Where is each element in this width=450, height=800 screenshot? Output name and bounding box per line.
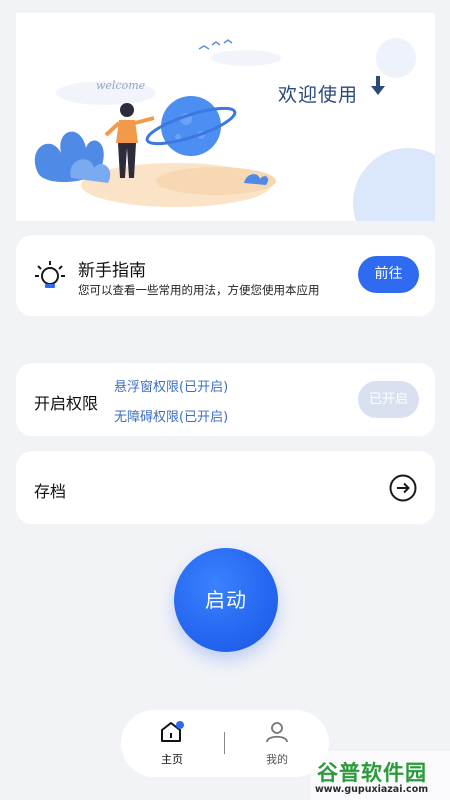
- guide-title: 新手指南: [78, 261, 146, 281]
- nav-divider: [224, 732, 225, 754]
- nav-item-mine[interactable]: 我的: [252, 720, 302, 767]
- arrow-down-icon: [371, 76, 385, 95]
- watermark-url: www.gupuxiazai.com: [315, 784, 429, 795]
- lightbulb-icon: [35, 261, 65, 288]
- welcome-banner: welcome 欢迎使用: [16, 13, 435, 221]
- person-icon: [266, 722, 288, 743]
- archive-title: 存档: [34, 482, 67, 501]
- permissions-card: 开启权限 悬浮窗权限(已开启) 无障碍权限(已开启) 已开启: [16, 363, 435, 436]
- permissions-enabled-button[interactable]: 已开启: [358, 381, 419, 418]
- start-button[interactable]: 启动: [174, 548, 278, 652]
- welcome-title: 欢迎使用: [278, 84, 359, 106]
- nav-mine-label: 我的: [266, 753, 288, 766]
- bottom-nav: 主页 我的: [121, 710, 329, 777]
- floating-window-permission: 悬浮窗权限(已开启): [114, 380, 229, 395]
- nav-home-label: 主页: [161, 753, 183, 766]
- guide-description: 您可以查看一些常用的用法，方便您使用本应用: [78, 283, 320, 297]
- watermark-title: 谷普软件园: [317, 761, 427, 785]
- archive-card[interactable]: 存档: [16, 451, 435, 524]
- nav-item-home[interactable]: 主页: [147, 720, 197, 767]
- accessibility-permission: 无障碍权限(已开启): [114, 410, 229, 425]
- welcome-caption: welcome: [96, 79, 146, 92]
- site-watermark: 谷普软件园 www.gupuxiazai.com: [311, 751, 450, 800]
- welcome-illustration: [34, 38, 435, 221]
- permissions-title: 开启权限: [34, 394, 99, 413]
- guide-card: 新手指南 您可以查看一些常用的用法，方便您使用本应用 前往: [16, 235, 435, 316]
- home-icon: [161, 721, 184, 742]
- goto-button[interactable]: 前往: [358, 256, 419, 293]
- arrow-right-circle-icon[interactable]: [388, 473, 418, 503]
